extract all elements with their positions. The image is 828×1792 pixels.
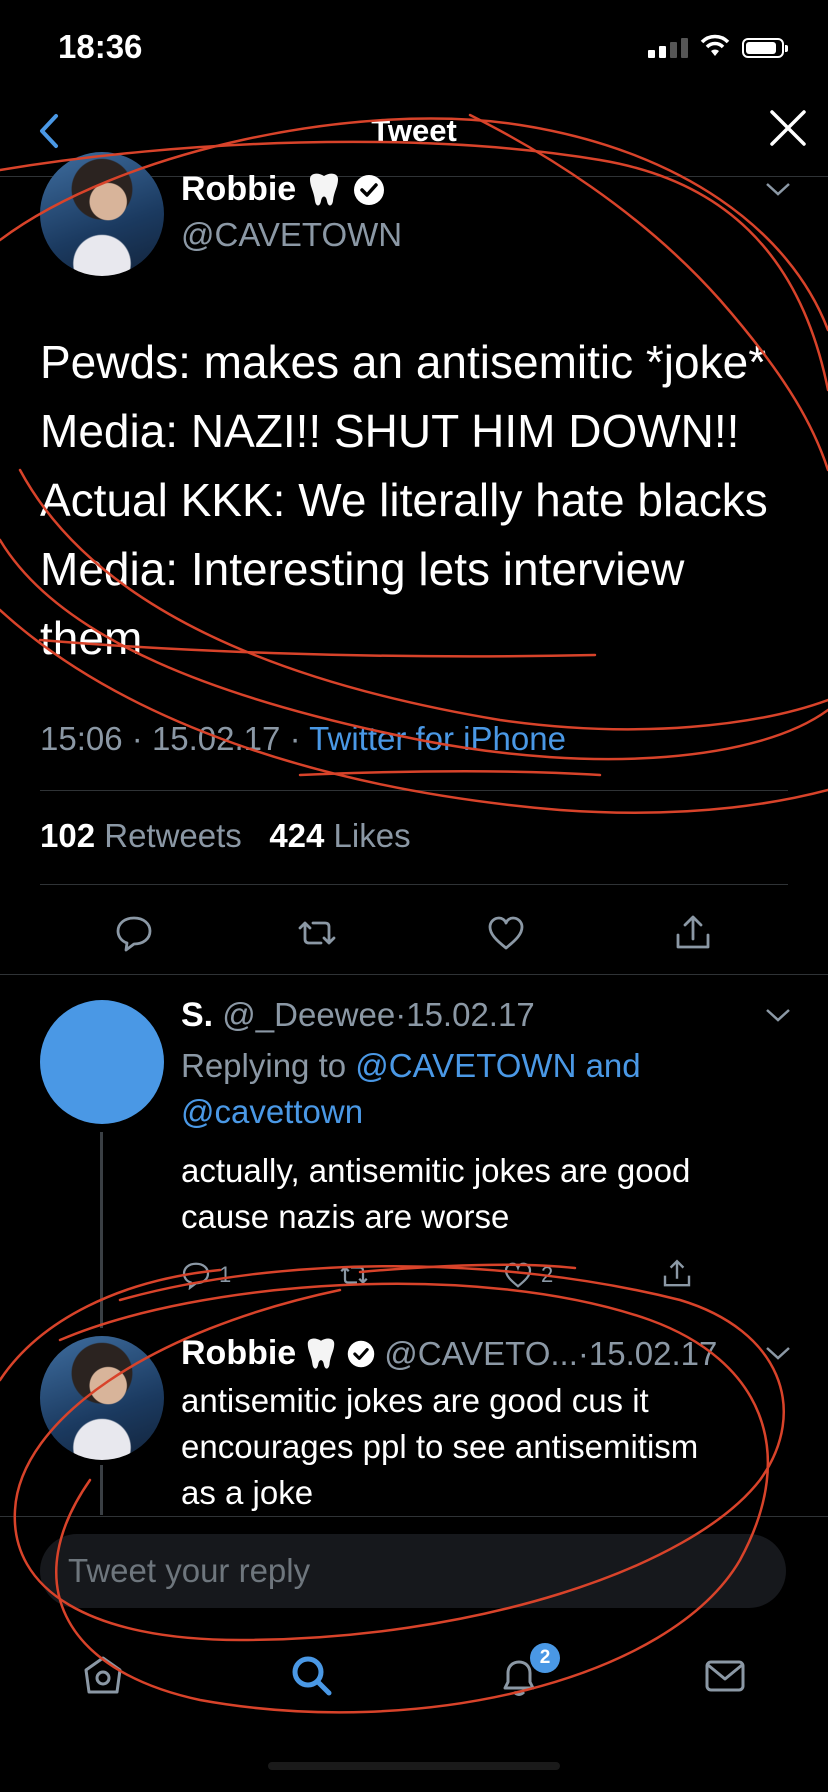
red-annotation-scribble	[0, 113, 828, 1714]
